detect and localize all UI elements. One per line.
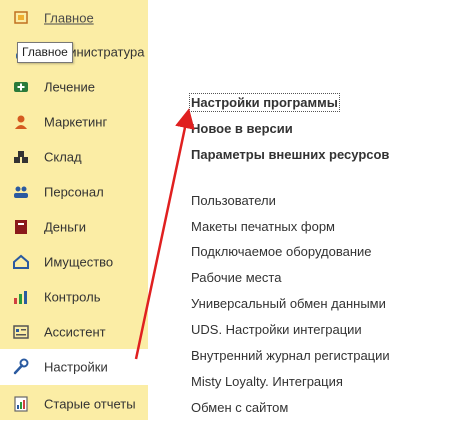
sidebar-item-staff[interactable]: Персонал <box>0 174 148 209</box>
sidebar-item-old-reports[interactable]: Старые отчеты <box>0 386 148 421</box>
sidebar-item-label: Главное <box>44 10 94 25</box>
home-icon <box>14 10 28 24</box>
marketing-icon <box>15 115 27 129</box>
link-site-exchange[interactable]: Обмен с сайтом <box>191 400 288 415</box>
link-internal-log[interactable]: Внутренний журнал регистрации <box>191 348 390 363</box>
staff-icon <box>14 186 28 198</box>
sidebar-item-home[interactable]: Главное <box>0 0 148 35</box>
sidebar-item-treatment[interactable]: Лечение <box>0 69 148 104</box>
sidebar-item-label: Старые отчеты <box>44 396 136 411</box>
sidebar-item-label: Лечение <box>44 79 96 94</box>
sidebar-item-warehouse[interactable]: Склад <box>0 139 148 174</box>
sidebar-item-assistant[interactable]: Ассистент <box>0 314 148 349</box>
link-users[interactable]: Пользователи <box>191 193 276 208</box>
property-icon <box>13 254 29 269</box>
sidebar-item-label: Ассистент <box>44 324 106 339</box>
wrench-icon <box>13 358 29 375</box>
link-connected-equipment[interactable]: Подключаемое оборудование <box>191 244 372 259</box>
tooltip: Главное <box>17 42 73 63</box>
treatment-icon <box>14 81 28 92</box>
warehouse-icon <box>14 150 28 163</box>
link-whats-new[interactable]: Новое в версии <box>191 121 293 136</box>
sidebar-item-control[interactable]: Контроль <box>0 279 148 314</box>
sidebar-item-label: Склад <box>44 149 82 164</box>
sidebar-item-settings[interactable]: Настройки <box>0 349 148 385</box>
link-workplaces[interactable]: Рабочие места <box>191 270 281 285</box>
link-program-settings[interactable]: Настройки программы <box>189 93 340 112</box>
link-print-form-layouts[interactable]: Макеты печатных форм <box>191 219 335 234</box>
sidebar-item-marketing[interactable]: Маркетинг <box>0 104 148 139</box>
sidebar: Главное Администратура Лечение Маркетинг <box>0 0 148 420</box>
link-universal-data-exchange[interactable]: Универсальный обмен данными <box>191 296 386 311</box>
money-icon <box>15 219 27 234</box>
sidebar-item-label: Персонал <box>44 184 104 199</box>
sidebar-item-money[interactable]: Деньги <box>0 209 148 244</box>
sidebar-item-property[interactable]: Имущество <box>0 244 148 279</box>
sidebar-item-label: Имущество <box>44 254 114 269</box>
control-chart-icon <box>14 290 27 304</box>
assistant-icon <box>13 324 29 339</box>
old-reports-icon <box>14 395 28 412</box>
link-uds-integration[interactable]: UDS. Настройки интеграции <box>191 322 362 337</box>
sidebar-item-label: Деньги <box>44 219 86 234</box>
sidebar-item-label: Контроль <box>44 289 101 304</box>
sidebar-item-label: Маркетинг <box>44 114 108 129</box>
settings-panel: Настройки программы Новое в версии Парам… <box>148 0 462 420</box>
sidebar-item-label: Настройки <box>44 359 108 375</box>
link-misty-loyalty[interactable]: Misty Loyalty. Интеграция <box>191 374 343 389</box>
link-external-resources[interactable]: Параметры внешних ресурсов <box>191 147 389 162</box>
